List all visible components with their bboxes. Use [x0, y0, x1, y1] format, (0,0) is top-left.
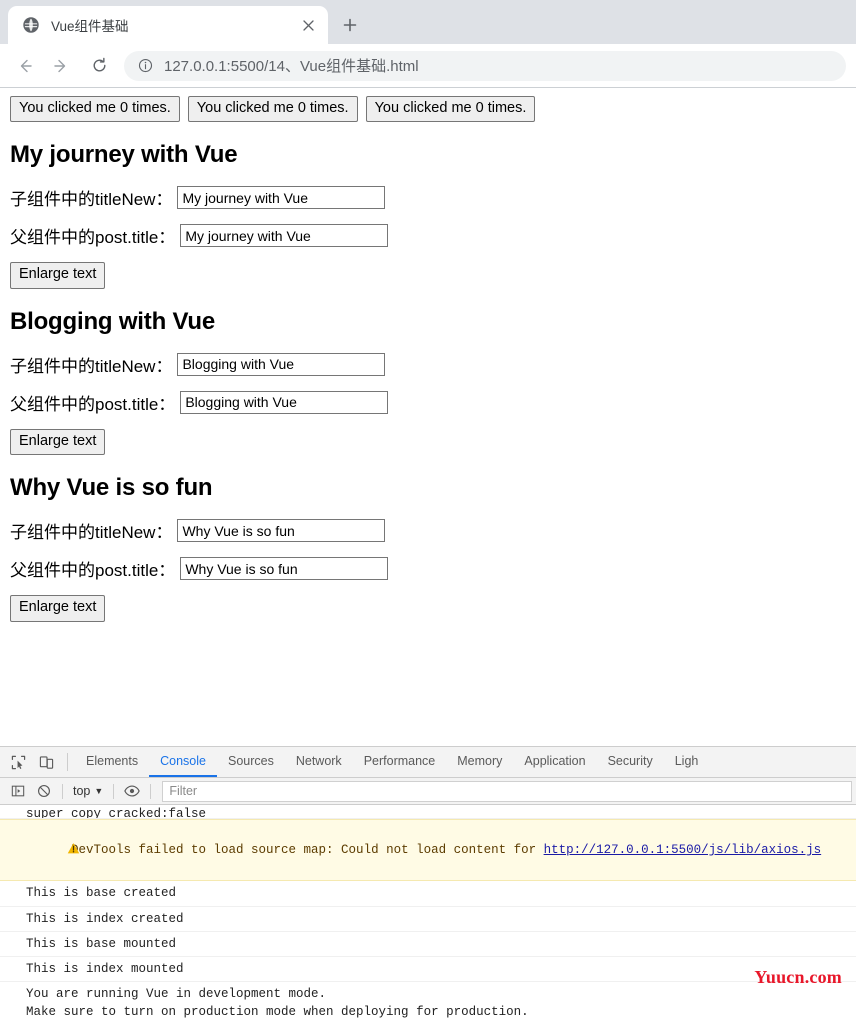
parent-title-input[interactable]: [180, 390, 389, 414]
devtools-tab-console[interactable]: Console: [149, 747, 217, 777]
chevron-down-icon: ▼: [94, 786, 104, 796]
devtools-tab-memory[interactable]: Memory: [446, 747, 513, 777]
live-expression-icon[interactable]: [119, 780, 145, 802]
console-filter-input[interactable]: Filter: [162, 780, 852, 802]
console-output[interactable]: super_copy_cracked:false DevTools failed…: [0, 805, 856, 1019]
parent-title-row: 父组件中的post.title：: [10, 223, 848, 248]
new-tab-button[interactable]: [334, 9, 366, 41]
reload-button[interactable]: [84, 51, 114, 81]
divider: [67, 753, 68, 771]
enlarge-row: Enlarge text: [10, 262, 848, 289]
warning-text: DevTools failed to load source map: Coul…: [71, 843, 544, 858]
child-title-input[interactable]: [177, 519, 386, 543]
enlarge-row: Enlarge text: [10, 428, 848, 456]
devtools-panel: Elements Console Sources Network Perform…: [0, 746, 856, 1019]
counter-button-1[interactable]: You clicked me 0 times.: [10, 96, 180, 123]
tab-strip: Vue组件基础: [0, 0, 856, 44]
log-row: This is base mounted: [0, 932, 856, 957]
devtools-tab-lighthouse[interactable]: Ligh: [664, 747, 710, 777]
devtools-tabbar: Elements Console Sources Network Perform…: [0, 747, 856, 778]
post-section: My journey with Vue 子组件中的titleNew： 父组件中的…: [8, 141, 848, 289]
enlarge-text-button[interactable]: Enlarge text: [10, 262, 106, 289]
console-context-value: top: [73, 784, 91, 798]
devtools-tab-performance[interactable]: Performance: [353, 747, 447, 777]
forward-button[interactable]: [46, 51, 76, 81]
address-bar[interactable]: 127.0.0.1:5500/14、Vue组件基础.html: [124, 50, 846, 81]
child-title-row: 子组件中的titleNew：: [10, 352, 848, 377]
page-content: You clicked me 0 times. You clicked me 0…: [0, 88, 856, 746]
child-title-input[interactable]: [177, 186, 386, 210]
info-circle-icon[interactable]: [138, 58, 153, 73]
parent-title-label: 父组件中的post.title：: [10, 561, 176, 581]
child-title-input[interactable]: [177, 352, 386, 376]
post-section: Blogging with Vue 子组件中的titleNew： 父组件中的po…: [8, 307, 848, 456]
child-title-label: 子组件中的titleNew：: [10, 190, 173, 210]
browser-tab[interactable]: Vue组件基础: [8, 6, 328, 44]
log-row: This is index mounted: [0, 957, 856, 982]
devtools-tab-application[interactable]: Application: [513, 747, 596, 777]
counter-button-row: You clicked me 0 times. You clicked me 0…: [10, 96, 848, 123]
log-row: This is index created: [0, 907, 856, 932]
console-filter-placeholder: Filter: [169, 784, 198, 798]
log-row-warning: DevTools failed to load source map: Coul…: [0, 819, 856, 882]
post-section: Why Vue is so fun 子组件中的titleNew： 父组件中的po…: [8, 474, 848, 622]
enlarge-text-button[interactable]: Enlarge text: [10, 595, 106, 622]
parent-title-input[interactable]: [180, 557, 389, 581]
post-title: Blogging with Vue: [10, 307, 216, 335]
devtools-tab-network[interactable]: Network: [285, 747, 353, 777]
log-row: This is base created: [0, 881, 856, 907]
counter-button-2[interactable]: You clicked me 0 times.: [187, 96, 358, 123]
close-icon[interactable]: [298, 15, 318, 35]
source-map-link[interactable]: http://127.0.0.1:5500/js/lib/axios.js: [544, 843, 822, 857]
vue-notice-line2: Make sure to turn on production mode whe…: [26, 1005, 529, 1019]
child-title-label: 子组件中的titleNew：: [10, 356, 173, 376]
tab-title: Vue组件基础: [51, 19, 129, 34]
parent-title-label: 父组件中的post.title：: [10, 394, 176, 414]
address-bar-url: 127.0.0.1:5500/14、Vue组件基础.html: [164, 58, 419, 75]
back-button[interactable]: [10, 51, 40, 81]
devtools-tab-sources[interactable]: Sources: [217, 747, 285, 777]
child-title-row: 子组件中的titleNew：: [10, 518, 848, 543]
post-title: My journey with Vue: [10, 141, 238, 169]
log-row: super_copy_cracked:false: [0, 805, 856, 819]
inspect-element-icon[interactable]: [4, 747, 32, 777]
divider: [62, 783, 63, 799]
enlarge-row: Enlarge text: [10, 595, 848, 622]
console-sidebar-icon[interactable]: [5, 780, 31, 802]
post-title: Why Vue is so fun: [10, 474, 213, 502]
warning-triangle-icon: [7, 824, 80, 854]
divider: [113, 783, 115, 799]
console-context-selector[interactable]: top ▼: [68, 784, 108, 798]
globe-icon: [22, 17, 39, 34]
log-row-vue-notice: You are running Vue in development mode.…: [0, 982, 856, 1019]
clear-console-icon[interactable]: [31, 780, 57, 802]
devtools-tab-security[interactable]: Security: [597, 747, 664, 777]
parent-title-row: 父组件中的post.title：: [10, 556, 848, 581]
vue-notice-line1: You are running Vue in development mode.: [26, 986, 327, 1001]
console-toolbar: top ▼ Filter: [0, 778, 856, 805]
divider: [150, 783, 152, 799]
enlarge-text-button[interactable]: Enlarge text: [10, 428, 106, 456]
parent-title-label: 父组件中的post.title：: [10, 228, 176, 248]
child-title-label: 子组件中的titleNew：: [10, 523, 173, 543]
counter-button-3[interactable]: You clicked me 0 times.: [365, 96, 536, 123]
browser-toolbar: 127.0.0.1:5500/14、Vue组件基础.html: [0, 44, 856, 88]
child-title-row: 子组件中的titleNew：: [10, 185, 848, 210]
device-toolbar-icon[interactable]: [32, 747, 60, 777]
parent-title-row: 父组件中的post.title：: [10, 390, 848, 415]
browser-chrome: Vue组件基础 127.0.0.1:5500/14、Vue组件基础.html: [0, 0, 856, 88]
devtools-tab-elements[interactable]: Elements: [75, 747, 149, 777]
parent-title-input[interactable]: [180, 224, 389, 248]
